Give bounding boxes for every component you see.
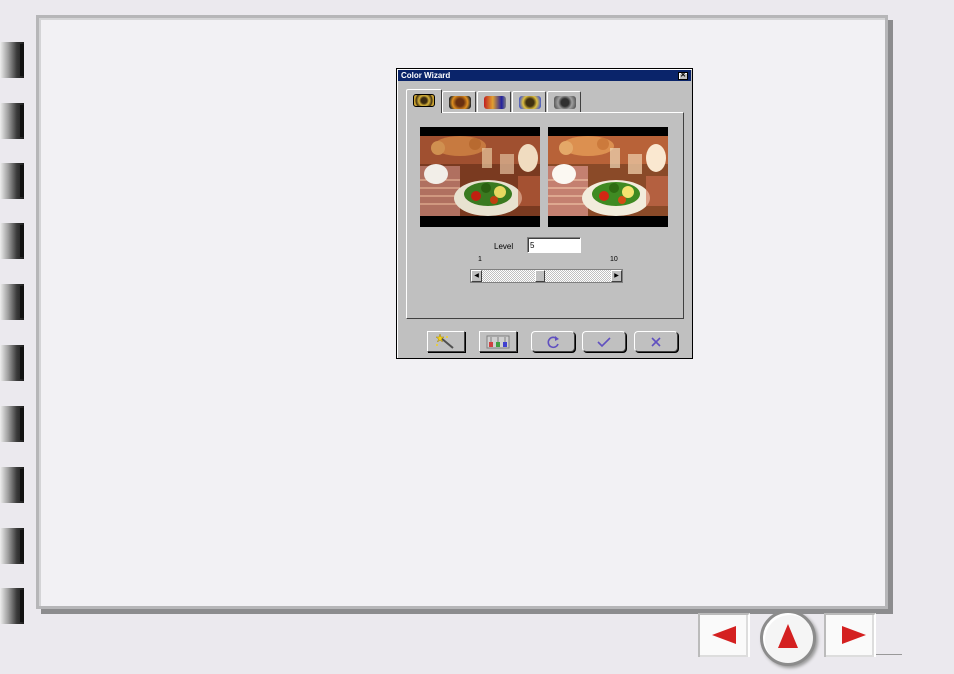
saturation-icon	[519, 96, 541, 109]
binder-ring	[0, 406, 24, 442]
tab-grayscale[interactable]	[547, 91, 581, 112]
tab-auto-adjust[interactable]	[406, 89, 442, 113]
close-button[interactable]: ✕	[678, 72, 688, 80]
binder-ring	[0, 467, 24, 503]
left-arrow-icon	[712, 626, 736, 644]
slider-min-label: 1	[478, 256, 482, 263]
cancel-x-icon	[651, 336, 661, 347]
magic-wand-icon	[435, 333, 454, 349]
slider-thumb[interactable]	[534, 270, 545, 282]
auto-adjust-icon	[413, 94, 435, 107]
reset-button[interactable]	[531, 331, 575, 352]
close-icon: ✕	[680, 72, 686, 79]
color-wizard-dialog: Color Wizard ✕ Level 5 1 10 ◀ ▶	[396, 68, 693, 359]
home-button[interactable]	[760, 610, 816, 666]
after-preview	[548, 127, 668, 227]
ok-button[interactable]	[582, 331, 626, 352]
tab-color-balance[interactable]	[477, 91, 511, 112]
binder-ring	[0, 42, 24, 78]
cancel-button[interactable]	[634, 331, 678, 352]
tab-saturation[interactable]	[512, 91, 546, 112]
right-arrow-icon	[842, 626, 866, 644]
binder-ring	[0, 223, 24, 259]
binder-ring	[0, 163, 24, 199]
binder-ring	[0, 345, 24, 381]
level-slider[interactable]: ◀ ▶	[470, 269, 623, 283]
food-photo	[548, 136, 668, 216]
level-input[interactable]	[527, 237, 581, 253]
binder-ring	[0, 103, 24, 139]
magic-wand-button[interactable]	[427, 331, 465, 352]
color-channels-button[interactable]	[479, 331, 517, 352]
level-label: Level	[494, 242, 514, 251]
color-channels-icon	[486, 335, 510, 348]
binder-ring	[0, 588, 24, 624]
before-preview	[420, 127, 540, 227]
previous-page-button[interactable]	[698, 613, 750, 657]
reset-icon	[547, 335, 559, 348]
slider-right-arrow[interactable]: ▶	[611, 270, 622, 282]
tab-brightness[interactable]	[442, 91, 476, 112]
tab-panel: Level 1 10 ◀ ▶	[406, 112, 684, 319]
slider-left-arrow[interactable]: ◀	[471, 270, 482, 282]
binder-ring	[0, 528, 24, 564]
color-balance-icon	[484, 96, 506, 109]
food-photo	[420, 136, 540, 216]
grayscale-icon	[554, 96, 576, 109]
slider-max-label: 10	[610, 256, 618, 263]
ok-checkmark-icon	[597, 336, 611, 347]
binder-ring	[0, 284, 24, 320]
brightness-icon	[449, 96, 471, 109]
up-arrow-icon	[778, 624, 798, 648]
divider-line	[876, 654, 902, 655]
next-page-button[interactable]	[824, 613, 876, 657]
dialog-title: Color Wizard	[401, 71, 451, 80]
dialog-titlebar: Color Wizard ✕	[398, 70, 691, 81]
